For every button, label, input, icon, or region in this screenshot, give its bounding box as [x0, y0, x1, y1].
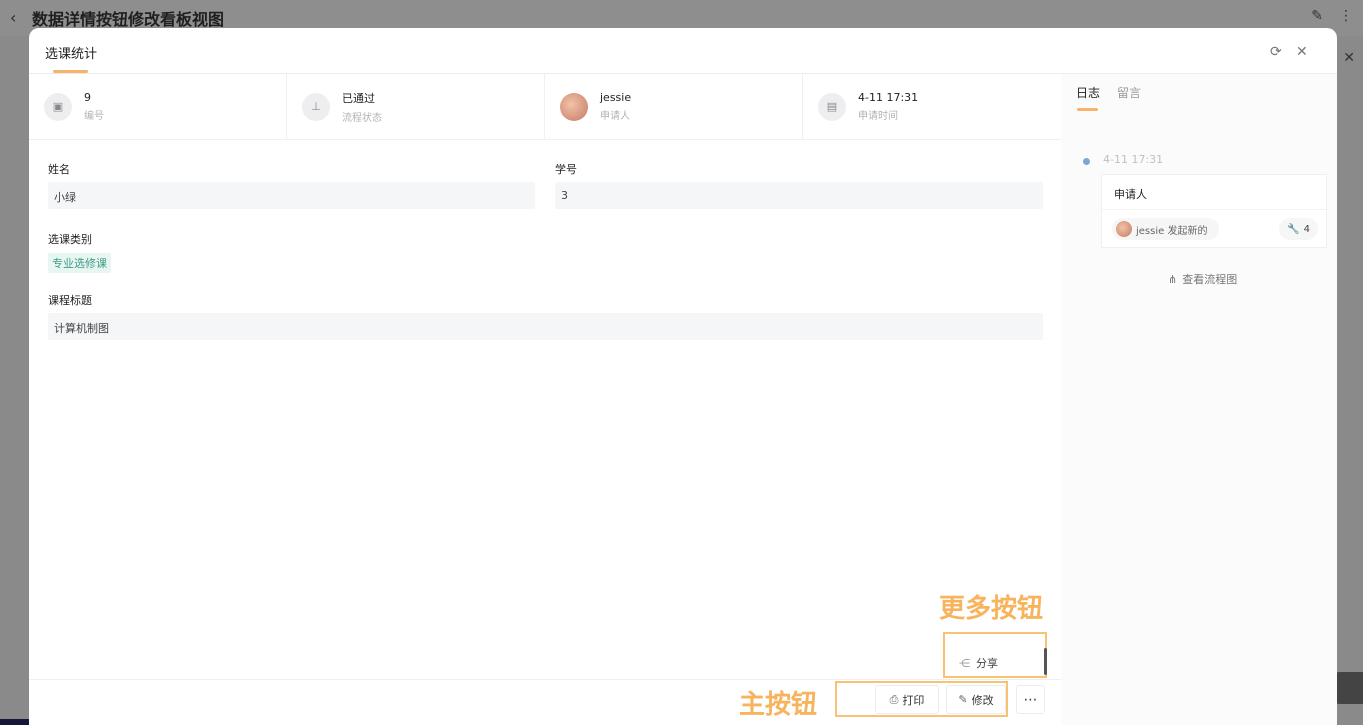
- info-value: 已通过: [342, 91, 375, 105]
- print-button[interactable]: ⎙ 打印: [875, 685, 939, 714]
- info-status: ⊥ 已通过 流程状态: [287, 74, 545, 139]
- course-title-field: 计算机制图: [48, 313, 1043, 340]
- tab-log[interactable]: 日志: [1076, 84, 1100, 101]
- info-value: 4-11 17:31: [858, 91, 919, 104]
- count-value: 4: [1303, 223, 1310, 235]
- print-label: 打印: [902, 693, 925, 707]
- printer-icon: ⎙: [889, 692, 899, 706]
- edit-button[interactable]: ✎ 修改: [946, 685, 1006, 714]
- info-label: 编号: [84, 111, 104, 122]
- close-icon[interactable]: ✕: [1343, 50, 1355, 66]
- dropdown-scrollbar[interactable]: [1044, 648, 1047, 675]
- share-menu-item[interactable]: ⋲ 分享: [959, 655, 998, 671]
- more-icon: ⋯: [1023, 691, 1038, 708]
- tab-comments[interactable]: 留言: [1117, 84, 1141, 101]
- category-tag: 专业选修课: [48, 253, 111, 273]
- edit-icon[interactable]: ✎: [1311, 8, 1323, 24]
- avatar: [560, 92, 588, 121]
- edit-label: 修改: [971, 693, 994, 707]
- title-underline: [53, 70, 88, 73]
- info-value: jessie: [600, 91, 632, 104]
- log-user: jessie 发起新的: [1112, 218, 1220, 240]
- info-applicant: jessie 申请人: [545, 74, 803, 139]
- student-id-label: 学号: [555, 163, 577, 176]
- info-value: 9: [84, 91, 91, 104]
- more-vertical-icon[interactable]: ⋮: [1339, 8, 1353, 24]
- detail-content: ▣ 9 编号 ⊥ 已通过 流程状态 jessie 申请人 ▤ 4-11 17:3…: [29, 74, 1061, 725]
- flow-link-label: 查看流程图: [1182, 273, 1238, 286]
- operation-count[interactable]: 🔧 4: [1279, 218, 1318, 240]
- close-icon[interactable]: ✕: [1296, 44, 1308, 60]
- modal-header: 选课统计 ⟳ ✕: [29, 28, 1337, 74]
- calendar-icon: ▤: [818, 92, 846, 121]
- info-time: ▤ 4-11 17:31 申请时间: [803, 74, 1061, 139]
- header-actions: ✎ ⋮: [1311, 8, 1353, 24]
- category-label: 选课类别: [48, 233, 92, 246]
- id-icon: ▣: [44, 92, 72, 121]
- name-field: 小绿: [48, 182, 535, 209]
- view-flowchart-link[interactable]: ⋔ 查看流程图: [1168, 271, 1237, 287]
- timeline-dot: [1083, 158, 1090, 165]
- info-number: ▣ 9 编号: [29, 74, 287, 139]
- course-title-label: 课程标题: [48, 294, 92, 307]
- log-card: 申请人 jessie 发起新的 🔧 4: [1101, 174, 1328, 248]
- log-action-text: jessie 发起新的: [1136, 225, 1208, 237]
- share-label: 分享: [976, 657, 998, 670]
- share-icon: ⋲: [959, 656, 970, 670]
- more-button[interactable]: ⋯: [1016, 685, 1045, 714]
- log-title: 申请人: [1114, 188, 1147, 201]
- flowchart-icon: ⋔: [1168, 272, 1178, 286]
- tab-indicator: [1077, 108, 1098, 111]
- avatar: [1116, 221, 1132, 237]
- log-panel: 日志 留言 4-11 17:31 申请人 jessie 发起新的 🔧 4 ⋔ 查…: [1061, 74, 1337, 725]
- back-icon[interactable]: ‹: [10, 8, 16, 27]
- more-button-annotation: 更多按钮: [939, 594, 1044, 624]
- main-button-annotation: 主按钮: [739, 690, 818, 720]
- chat-widget[interactable]: [1335, 672, 1363, 704]
- info-summary: ▣ 9 编号 ⊥ 已通过 流程状态 jessie 申请人 ▤ 4-11 17:3…: [29, 74, 1061, 140]
- workflow-icon: ⊥: [302, 92, 330, 121]
- info-label: 申请人: [600, 111, 630, 122]
- wrench-icon: 🔧: [1287, 223, 1300, 235]
- refresh-icon[interactable]: ⟳: [1270, 44, 1282, 60]
- edit-icon: ✎: [958, 693, 968, 706]
- detail-modal: 选课统计 ⟳ ✕ ▣ 9 编号 ⊥ 已通过 流程状态 jessie 申请人 ▤ …: [29, 28, 1337, 725]
- page-title: 数据详情按钮修改看板视图: [32, 10, 225, 29]
- modal-title: 选课统计: [45, 47, 98, 62]
- name-label: 姓名: [48, 163, 70, 176]
- info-label: 申请时间: [858, 111, 898, 122]
- student-id-field: 3: [555, 182, 1043, 209]
- divider: [1102, 209, 1328, 210]
- log-time: 4-11 17:31: [1103, 153, 1164, 166]
- info-label: 流程状态: [342, 112, 382, 124]
